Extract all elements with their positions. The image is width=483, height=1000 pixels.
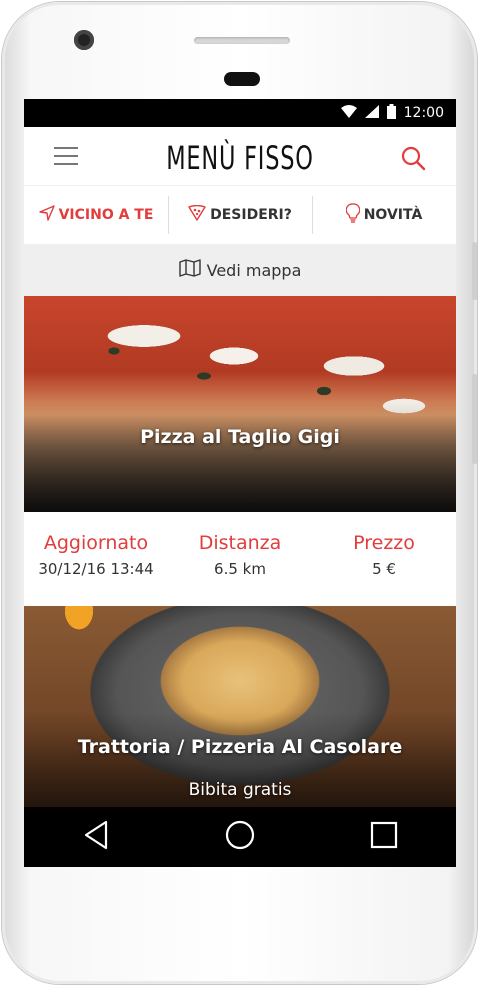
home-icon[interactable] (225, 820, 255, 854)
tab-label: NOVITÀ (363, 207, 423, 223)
recent-apps-icon[interactable] (370, 821, 398, 853)
front-camera (74, 30, 94, 50)
stat-label: Distanza (198, 532, 282, 554)
stat-updated: Aggiornato 30/12/16 13:44 (24, 512, 168, 606)
tab-label: DESIDERI? (210, 207, 292, 223)
stat-value: 5 € (372, 560, 396, 578)
signal-icon (364, 104, 379, 122)
lightbulb-icon (345, 203, 361, 227)
stat-distance: Distanza 6.5 km (168, 512, 312, 606)
stat-value: 30/12/16 13:44 (38, 560, 154, 578)
stat-price: Prezzo 5 € (312, 512, 456, 606)
map-icon (178, 259, 201, 281)
app-header: MENÙ FISSO (24, 127, 456, 185)
earpiece-speaker (194, 37, 290, 44)
restaurant-card-image[interactable]: Pizza al Taglio Gigi (24, 296, 456, 512)
power-button (472, 374, 477, 464)
tab-novita[interactable]: NOVITÀ (312, 186, 456, 244)
stat-label: Aggiornato (43, 532, 149, 554)
tab-label: VICINO A TE (58, 207, 154, 223)
view-map-button[interactable]: Vedi mappa (24, 244, 456, 296)
navigation-arrow-icon (38, 205, 55, 225)
restaurant-card-image[interactable]: Trattoria / Pizzeria Al Casolare Bibita … (24, 606, 456, 822)
stat-value: 6.5 km (214, 560, 266, 578)
tab-vicino-a-te[interactable]: VICINO A TE (24, 186, 168, 244)
stat-label: Prezzo (353, 532, 415, 554)
image-overlay (24, 712, 456, 822)
battery-icon (386, 103, 396, 123)
volume-button (472, 242, 477, 300)
wifi-icon (340, 104, 357, 122)
restaurant-stats: Aggiornato 30/12/16 13:44 Distanza 6.5 k… (24, 512, 456, 606)
restaurant-name: Trattoria / Pizzeria Al Casolare (77, 736, 403, 758)
app-logo: MENÙ FISSO (166, 139, 314, 177)
search-icon[interactable] (400, 145, 426, 171)
proximity-sensor (224, 72, 260, 86)
pizza-slice-icon (188, 204, 206, 225)
back-icon[interactable] (82, 820, 110, 854)
restaurant-offer: Bibita gratis (188, 780, 292, 800)
category-tabs: VICINO A TE DESIDERI? NOVITÀ (24, 185, 456, 244)
image-overlay (24, 402, 456, 512)
restaurant-name: Pizza al Taglio Gigi (140, 426, 340, 448)
status-time: 12:00 (403, 105, 444, 121)
status-bar: 12:00 (24, 99, 456, 127)
android-nav-bar (24, 807, 456, 867)
screen: 12:00 MENÙ FISSO VICINO A TE DESIDERI? N… (24, 99, 456, 867)
tab-desideri[interactable]: DESIDERI? (168, 186, 312, 244)
view-map-label: Vedi mappa (206, 260, 302, 280)
